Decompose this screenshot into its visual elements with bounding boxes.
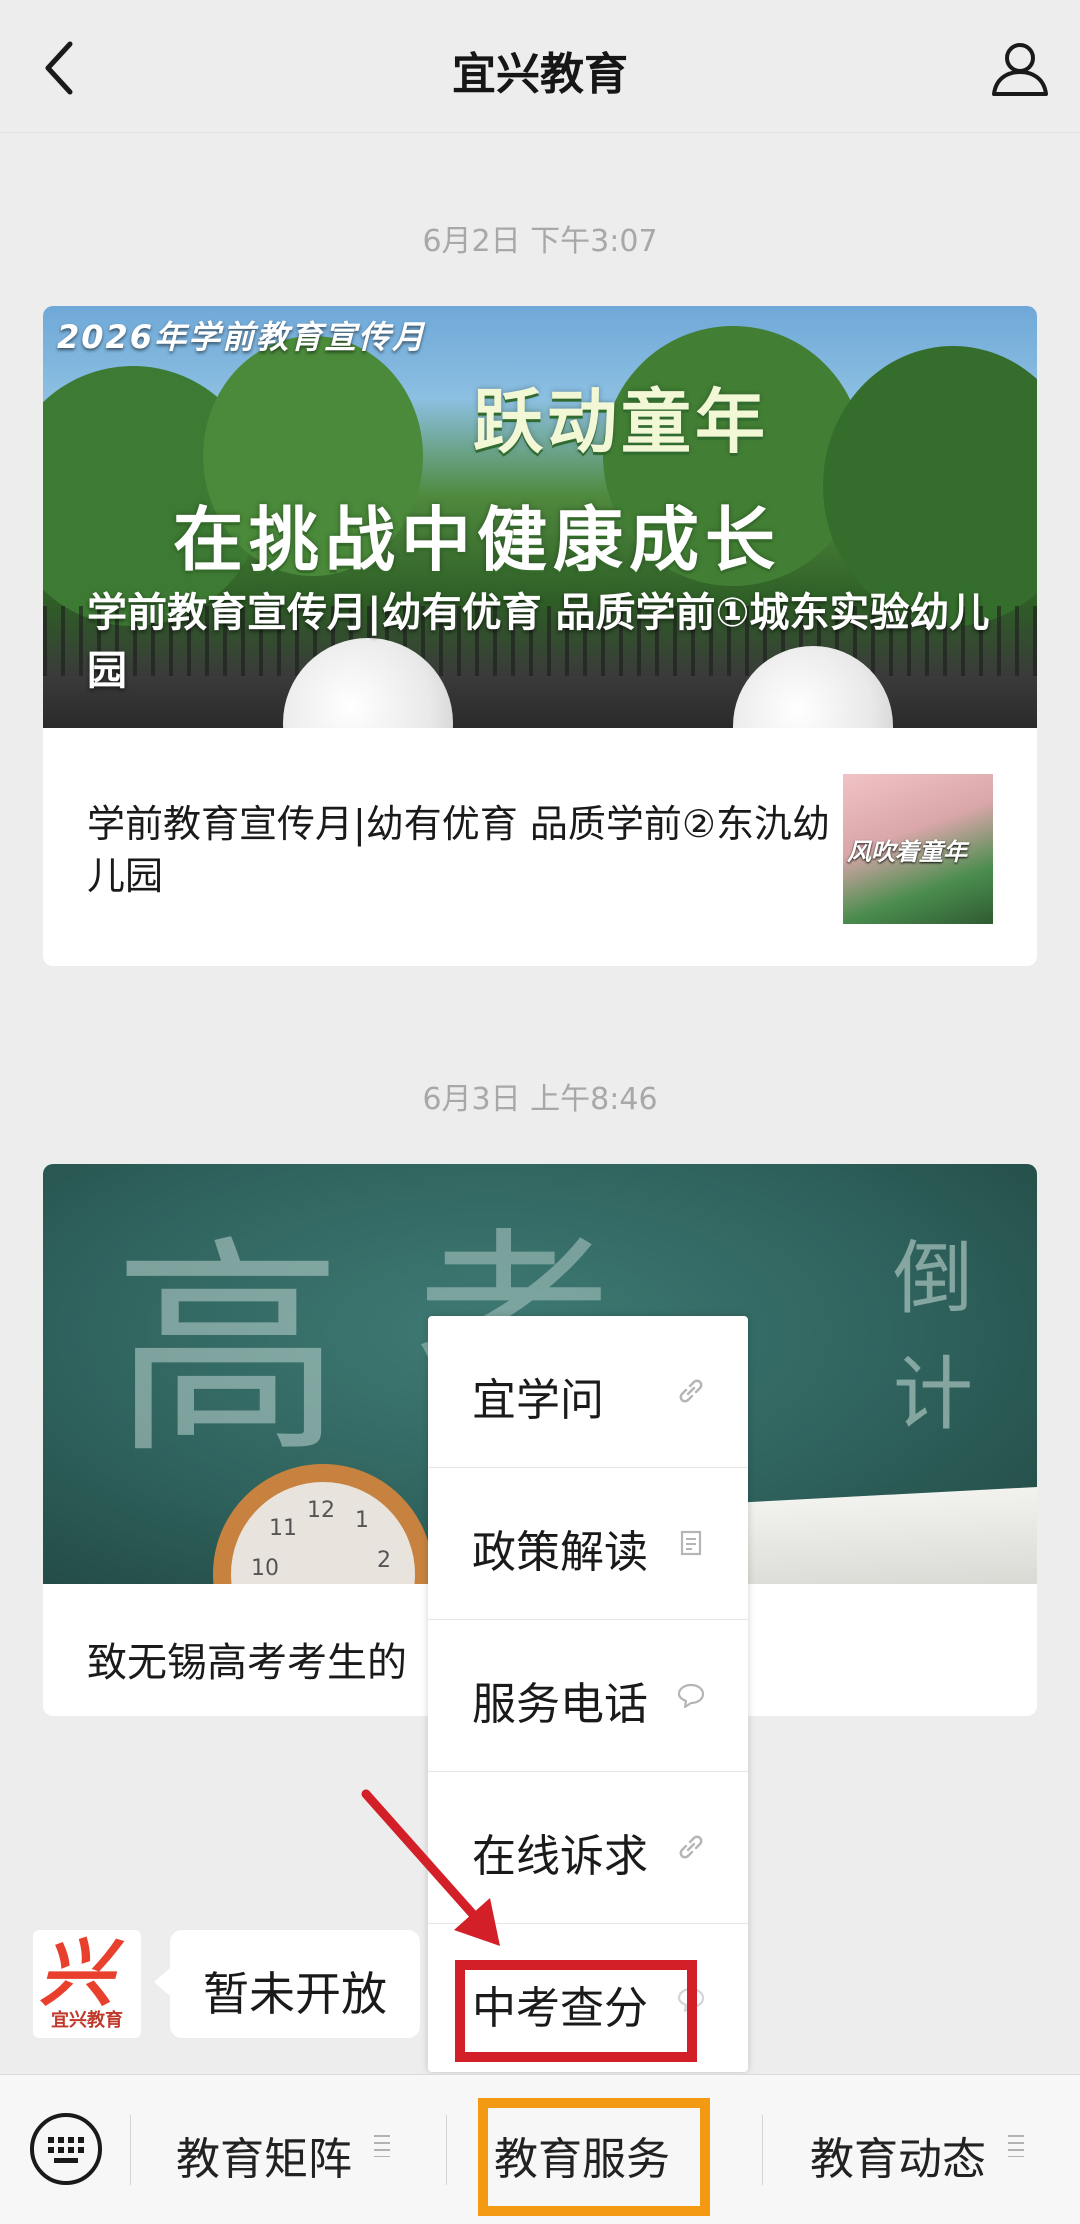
- annotation-highlight-box: [478, 2098, 710, 2216]
- annotation-arrow-icon: [361, 1789, 500, 1946]
- top-nav-bar: 宜兴教育: [0, 0, 1080, 133]
- menu-divider: [762, 2115, 763, 2185]
- sub-article-title: 学前教育宣传月|幼有优育 品质学前②东氿幼儿园: [87, 802, 830, 898]
- document-icon: [680, 1530, 702, 1556]
- chalkboard-text: 高: [113, 1218, 344, 1485]
- avatar-logo-glyph: 兴: [39, 1931, 113, 2017]
- message-timestamp: 6月2日 下午3:07: [422, 224, 658, 259]
- banner-slogan-line-2: 在挑战中健康成长: [173, 499, 781, 581]
- message-timestamp: 6月3日 上午8:46: [422, 1082, 658, 1117]
- avatar-logo-text: 宜兴教育: [51, 2010, 123, 2031]
- submenu-indicator-icon: [374, 2135, 390, 2157]
- clock-numeral: 12: [307, 1498, 335, 1523]
- submenu-item-policy[interactable]: 政策解读: [428, 1468, 748, 1620]
- submenu-item-label: 政策解读: [472, 1527, 648, 1578]
- article-banner-image[interactable]: 2026年学前教育宣传月 跃动童年 在挑战中健康成长 学前教育宣传月|幼有优育 …: [43, 306, 1037, 728]
- chalkboard-text: 倒计: [893, 1232, 973, 1441]
- user-profile-icon[interactable]: [988, 36, 1052, 100]
- clock-numeral: 10: [251, 1556, 279, 1581]
- account-avatar[interactable]: 兴 宜兴教育: [33, 1930, 141, 2038]
- banner-slogan-line-1: 跃动童年: [473, 381, 769, 463]
- article-card-1[interactable]: 2026年学前教育宣传月 跃动童年 在挑战中健康成长 学前教育宣传月|幼有优育 …: [43, 306, 1037, 966]
- clock-numeral: 2: [377, 1548, 391, 1573]
- link-icon: [679, 1379, 703, 1403]
- page-title: 宜兴教育: [452, 49, 628, 100]
- menu-divider: [130, 2115, 131, 2185]
- article-sub-item[interactable]: 学前教育宣传月|幼有优育 品质学前②东氿幼儿园 风吹着童年: [43, 728, 1037, 966]
- bottom-menu-tab-label: 教育矩阵: [176, 2134, 352, 2185]
- bottom-menu-tab-label: 教育动态: [810, 2134, 986, 2185]
- chat-bubble-icon: [677, 1683, 705, 1709]
- menu-divider: [446, 2115, 447, 2185]
- annotation-highlight-box: [455, 1960, 697, 2062]
- article-headline: 致无锡高考考生的: [87, 1640, 407, 1686]
- banner-caption: 2026年学前教育宣传月: [57, 318, 427, 356]
- keyboard-icon[interactable]: [28, 2111, 104, 2187]
- book-image: [743, 1485, 1037, 1584]
- submenu-item-label: 宜学问: [472, 1375, 604, 1426]
- submenu-item-label: 服务电话: [472, 1679, 648, 1730]
- article-headline: 学前教育宣传月|幼有优育 品质学前①城东实验幼儿园: [87, 590, 990, 694]
- sub-article-thumbnail: 风吹着童年: [843, 774, 993, 924]
- clock-numeral: 11: [269, 1516, 297, 1541]
- link-icon: [679, 1835, 703, 1859]
- message-text: 暂未开放: [203, 1967, 387, 2021]
- submenu-item-service-phone[interactable]: 服务电话: [428, 1620, 748, 1772]
- submenu-item-yixuewen[interactable]: 宜学问: [428, 1316, 748, 1468]
- submenu-indicator-icon: [1008, 2135, 1024, 2157]
- thumbnail-text: 风吹着童年: [847, 838, 967, 866]
- clock-numeral: 1: [355, 1508, 369, 1533]
